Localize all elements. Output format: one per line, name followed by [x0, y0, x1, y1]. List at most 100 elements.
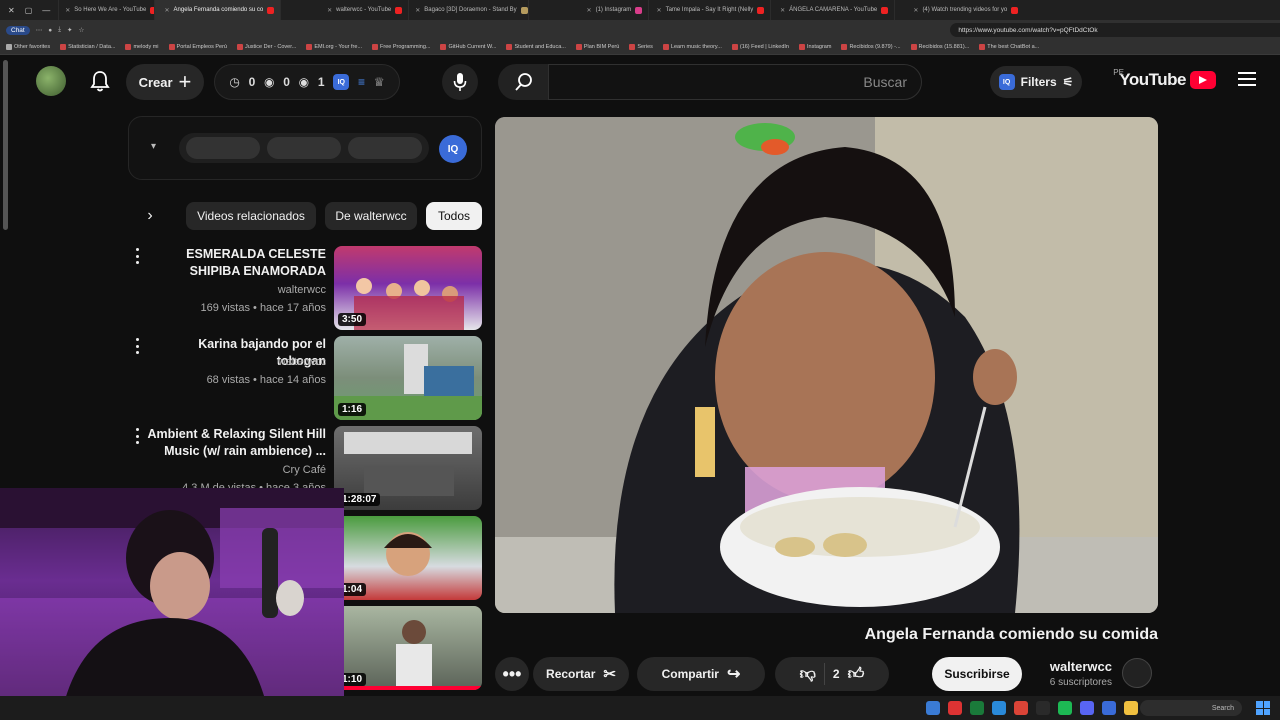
bookmark-item[interactable]: (16) Feed | LinkedIn: [731, 44, 789, 50]
edge-icon[interactable]: [992, 701, 1006, 715]
mic-icon: [453, 73, 467, 91]
more-actions-button[interactable]: •••: [495, 657, 529, 691]
address-bar-input[interactable]: https://www.youtube.com/watch?v=pQFtDdCt…: [950, 23, 1280, 37]
avatar[interactable]: [36, 66, 66, 96]
bookmark-item[interactable]: Recibidos (15.881)...: [910, 44, 969, 50]
app-icon[interactable]: [948, 701, 962, 715]
chip-all[interactable]: Todos: [426, 202, 482, 230]
youtube-logo[interactable]: PE YouTube: [1113, 68, 1216, 90]
minimize-window-icon[interactable]: —: [42, 6, 50, 15]
video-duration: 1:28:07: [338, 493, 381, 506]
chat-button[interactable]: Chat: [6, 25, 30, 35]
os-taskbar: Search: [0, 696, 1280, 720]
maximize-window-icon[interactable]: ▢: [25, 6, 33, 15]
sliders-icon: ⚟: [1062, 75, 1074, 89]
bookmark-item[interactable]: Free Programming...: [372, 44, 430, 50]
related-video-thumbnail[interactable]: 1:10: [334, 606, 482, 690]
extension-panel: ▾ IQ: [128, 116, 482, 180]
bookmark-item[interactable]: Justice Der - Cover...: [236, 44, 296, 50]
browser-tab[interactable]: ✕ So Here We Are - YouTube: [58, 0, 155, 20]
browser-tab[interactable]: ✕ (1) Instagram: [528, 0, 648, 20]
chevron-right-icon[interactable]: ›: [138, 202, 162, 230]
related-video-thumbnail[interactable]: 1:04: [334, 516, 482, 600]
browser-tab[interactable]: ✕ walterwcc - YouTube: [280, 0, 408, 20]
bookmark-item[interactable]: Student and Educa...: [506, 44, 566, 50]
clip-button[interactable]: Recortar ✂: [533, 657, 629, 691]
bookmark-item[interactable]: Learn music theory...: [662, 44, 722, 50]
bookmark-item[interactable]: The best ChatBot a...: [979, 44, 1039, 50]
voice-search-button[interactable]: [442, 64, 478, 100]
settings-icon[interactable]: [926, 701, 940, 715]
download-icon[interactable]: ⤓: [58, 26, 61, 34]
bookmark-item[interactable]: GitHub Current W...: [440, 44, 496, 50]
bookmark-item[interactable]: Portal Empleos Perú: [168, 44, 227, 50]
bookmark-item[interactable]: EMI.org - Your fre...: [306, 44, 362, 50]
channel-avatar[interactable]: [1122, 658, 1152, 688]
more-options-icon[interactable]: ⋯: [36, 26, 43, 34]
share-icon: ↪: [726, 666, 741, 683]
subscriber-count: 6 suscriptores: [1049, 677, 1112, 688]
thumbs-down-icon[interactable]: 👎︎: [800, 665, 816, 684]
browser-tab[interactable]: ✕ ÁNGELA CAMARENA - YouTube: [770, 0, 894, 20]
create-button[interactable]: Crear +: [126, 64, 204, 100]
video-player[interactable]: [495, 117, 1158, 613]
chevron-down-icon[interactable]: ▾: [151, 141, 156, 152]
more-vertical-icon[interactable]: [132, 428, 142, 444]
clock-icon: ◷: [229, 75, 240, 89]
close-window-icon[interactable]: ✕: [8, 6, 15, 15]
related-video-item[interactable]: Karina bajando por el tobogan walterwcc …: [130, 336, 482, 420]
spotify-icon[interactable]: [1058, 701, 1072, 715]
bookmark-item[interactable]: Recibidos (9.879) -...: [841, 44, 901, 50]
channel-name[interactable]: walterwcc: [1050, 659, 1112, 674]
browser-tab-bar: ✕ ▢ — ✕ So Here We Are - YouTube ✕ Angela …: [0, 0, 1280, 20]
profile-icon[interactable]: ●: [48, 27, 52, 34]
more-vertical-icon[interactable]: [132, 338, 142, 354]
bookmark-item[interactable]: Plan BIM Perú: [575, 44, 619, 50]
menu-icon[interactable]: [1238, 72, 1256, 86]
thumbs-up-icon[interactable]: 👍︎: [848, 665, 865, 684]
more-vertical-icon[interactable]: [132, 248, 142, 264]
extension-options: [179, 133, 429, 163]
filters-button[interactable]: IQ Filters ⚟: [990, 66, 1082, 98]
bookmark-item[interactable]: Other favorites: [6, 44, 50, 50]
video-duration: 1:16: [338, 403, 367, 416]
extension-badge[interactable]: IQ: [439, 135, 467, 163]
folder-icon[interactable]: [1124, 701, 1138, 715]
related-video-thumbnail[interactable]: 1:16: [334, 336, 482, 420]
browser-tab[interactable]: ✕ Bagaco [3D] Doraemon - Stand By: [408, 0, 528, 20]
extension-badge: IQ: [998, 74, 1015, 90]
search-button[interactable]: [498, 64, 550, 100]
windows-start-icon[interactable]: [1256, 701, 1270, 715]
excel-icon[interactable]: [970, 701, 984, 715]
favorites-icon[interactable]: ☆: [79, 26, 85, 34]
chip-related-videos[interactable]: Videos relacionados: [186, 202, 316, 230]
bookmark-item[interactable]: Statistician / Data...: [60, 44, 115, 50]
share-button[interactable]: Compartir ↪: [637, 657, 765, 691]
like-dislike-group: 👎︎ 2 👍︎: [775, 657, 889, 691]
related-filter-chips: › Videos relacionados De walterwcc Todos: [138, 202, 482, 230]
related-video-thumbnail[interactable]: 3:50: [334, 246, 482, 330]
extensions-icon[interactable]: ✦: [67, 26, 72, 34]
bookmark-item[interactable]: Instagram: [798, 44, 831, 50]
app-icon[interactable]: [1102, 701, 1116, 715]
chrome-icon[interactable]: [1014, 701, 1028, 715]
blurred-option[interactable]: [347, 137, 422, 159]
bookmark-item[interactable]: melody mi: [125, 44, 159, 50]
chip-from-channel[interactable]: De walterwcc: [325, 202, 417, 230]
browser-tab[interactable]: ✕ (4) Watch trending videos for yo: [894, 0, 1024, 20]
discord-icon[interactable]: [1080, 701, 1094, 715]
subscribe-button[interactable]: Suscribirse: [932, 657, 1022, 691]
related-video-thumbnail[interactable]: 1:28:07: [334, 426, 482, 510]
browser-tab[interactable]: ✕ Tame Impala - Say It Right (Nelly: [648, 0, 770, 20]
search-input[interactable]: Buscar: [548, 64, 922, 100]
app-icon[interactable]: [1036, 701, 1050, 715]
browser-tab-active[interactable]: ✕ Angela Fernanda comiendo su co: [154, 0, 281, 20]
related-video-item[interactable]: ESMERALDA CELESTE SHIPIBA ENAMORADA walt…: [130, 246, 482, 330]
video-title: Angela Fernanda comiendo su comida: [864, 626, 1158, 643]
bookmark-item[interactable]: Series: [629, 44, 653, 50]
blurred-option[interactable]: [186, 137, 261, 159]
blurred-option[interactable]: [266, 137, 341, 159]
bell-icon[interactable]: [90, 70, 110, 92]
taskbar-search[interactable]: Search: [1140, 700, 1242, 716]
extension-stats-pill[interactable]: ◷ 0 ◉ 0 ◉ 1 IQ ≡ ♕: [214, 64, 400, 100]
